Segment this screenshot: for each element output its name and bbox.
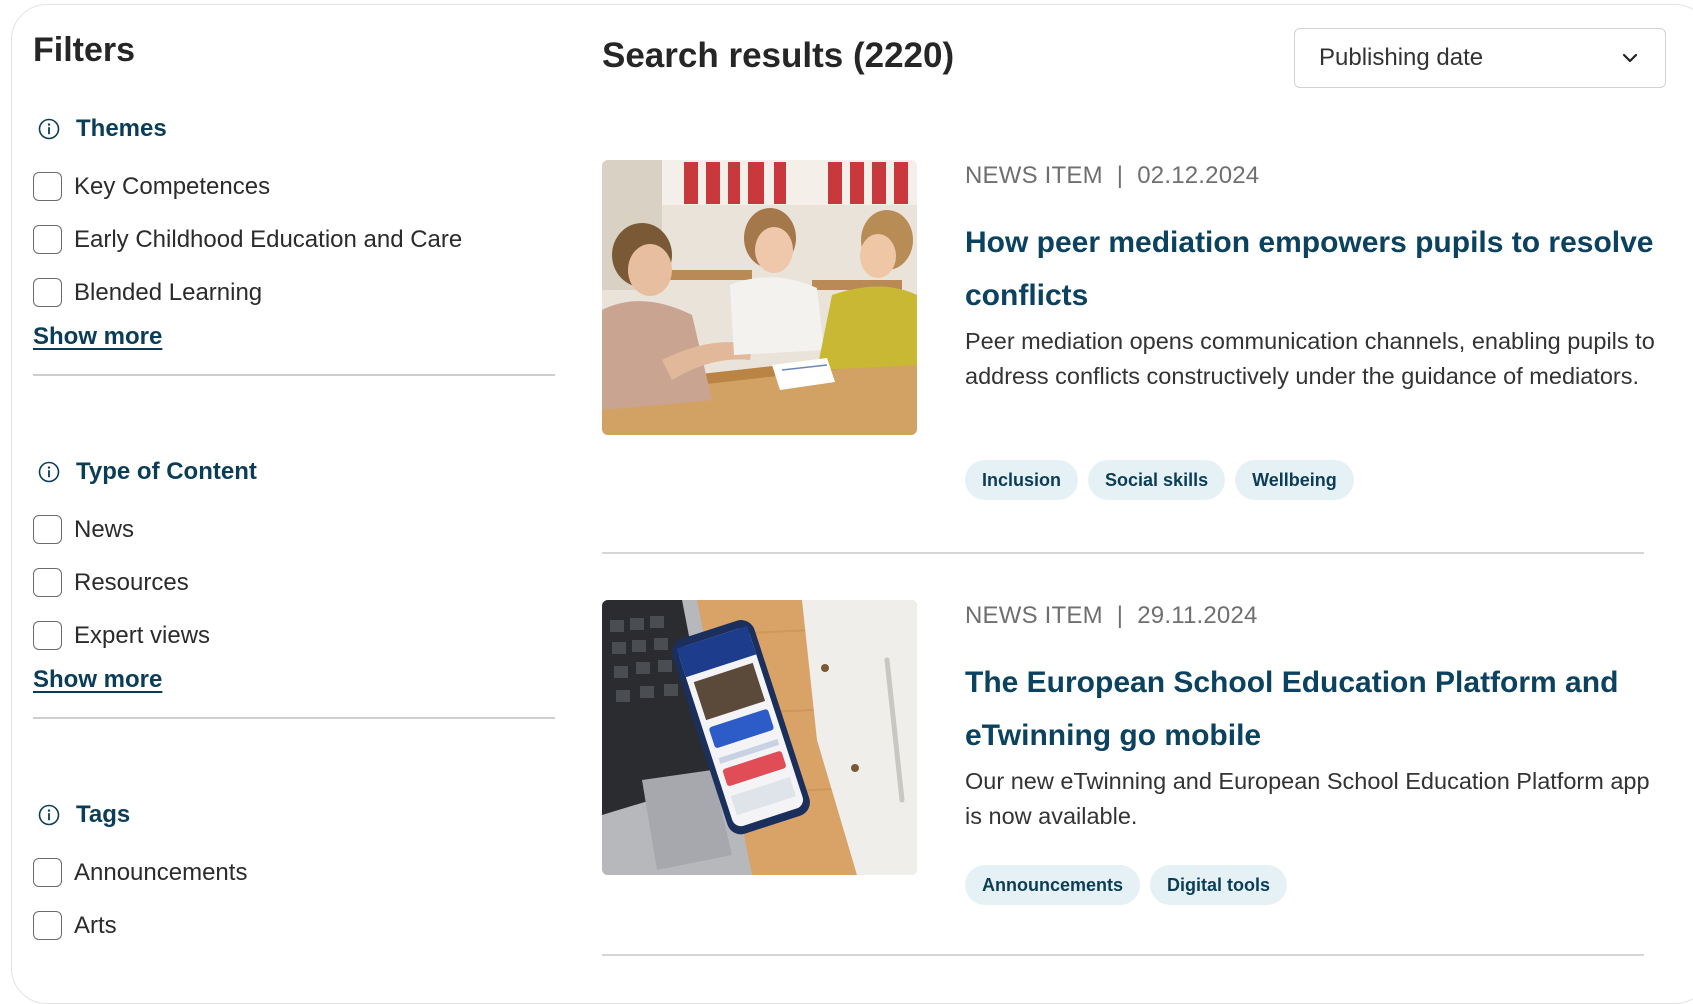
filter-option-label: Arts [74,911,117,939]
divider [33,717,555,719]
checkbox[interactable] [33,225,62,254]
show-more-themes-link[interactable]: Show more [33,323,162,351]
filter-group-type-of-content: Type of Content News Resources Expert vi… [33,454,555,694]
checkbox[interactable] [33,278,62,307]
filter-group-title: Themes [76,115,167,142]
search-results-title: Search results (2220) [602,36,955,75]
filters-title: Filters [33,31,136,69]
info-icon[interactable] [38,804,60,826]
tag-chip[interactable]: Digital tools [1150,865,1288,905]
smartphone-laptop-photo [602,600,917,875]
meta-separator: | [1116,162,1124,189]
tag-chip[interactable]: Social skills [1088,460,1226,500]
checkbox[interactable] [33,515,62,544]
search-result-card: NEWS ITEM | 02.12.2024 How peer mediation … [602,160,1655,500]
filter-option-news[interactable]: News [33,503,555,556]
result-divider [602,954,1644,956]
filter-option-label: Resources [74,568,189,596]
checkbox[interactable] [33,911,62,940]
filter-group-header[interactable]: Tags [33,797,555,833]
tag-list: Inclusion Social skills Wellbeing [965,460,1354,500]
filter-group-themes: Themes Key Competences Early Childhood E… [33,111,555,351]
filter-option-label: Key Competences [74,172,271,200]
checkbox[interactable] [33,568,62,597]
publish-date: 02.12.2024 [1137,162,1260,189]
content-type-label: NEWS ITEM [965,162,1103,189]
publish-date: 29.11.2024 [1137,602,1258,629]
chevron-down-icon [1622,53,1638,63]
result-thumbnail-mobile-app[interactable] [602,600,917,875]
result-meta: NEWS ITEM | 02.12.2024 [965,162,1259,190]
checkbox[interactable] [33,621,62,650]
filter-option-label: Blended Learning [74,278,263,306]
filter-group-header[interactable]: Themes [33,111,555,147]
filters-sidebar: Filters Themes Key Competences Early Chi… [33,28,555,940]
filter-option-blended-learning[interactable]: Blended Learning [33,266,555,319]
result-thumbnail-classroom[interactable] [602,160,917,435]
filter-option-expert-views[interactable]: Expert views [33,609,555,662]
result-title-link[interactable]: The European School Education Platform a… [965,656,1655,762]
show-more-content-type-link[interactable]: Show more [33,666,162,694]
sort-dropdown[interactable]: Publishing date [1294,28,1666,88]
classroom-photo [602,160,917,435]
tag-list: Announcements Digital tools [965,865,1288,905]
content-type-label: NEWS ITEM [965,602,1103,629]
filter-option-announcements[interactable]: Announcements [33,846,555,899]
filter-option-arts[interactable]: Arts [33,899,555,952]
tag-chip[interactable]: Inclusion [965,460,1079,500]
info-icon[interactable] [38,461,60,483]
filter-group-header[interactable]: Type of Content [33,454,555,490]
filter-option-label: Early Childhood Education and Care [74,225,463,253]
divider [33,374,555,376]
tag-chip[interactable]: Wellbeing [1235,460,1354,500]
meta-separator: | [1116,602,1124,629]
result-title-link[interactable]: How peer mediation empowers pupils to re… [965,216,1655,322]
filter-group-title: Type of Content [76,458,257,485]
filter-option-label: Expert views [74,621,211,649]
filter-option-key-competences[interactable]: Key Competences [33,160,555,213]
sort-selected-value: Publishing date [1319,44,1484,71]
filter-group-tags: Tags Announcements Arts [33,797,555,952]
filter-option-resources[interactable]: Resources [33,556,555,609]
tag-chip[interactable]: Announcements [965,865,1141,905]
filter-option-early-childhood[interactable]: Early Childhood Education and Care [33,213,555,266]
info-icon[interactable] [38,118,60,140]
result-summary: Our new eTwinning and European School Ed… [965,768,1650,829]
search-result-card: NEWS ITEM | 29.11.2024 The European School… [602,600,1650,930]
checkbox[interactable] [33,172,62,201]
filter-option-label: News [74,515,135,543]
checkbox[interactable] [33,858,62,887]
result-divider [602,552,1644,554]
filter-option-label: Announcements [74,858,248,886]
filter-group-title: Tags [76,801,131,828]
result-meta: NEWS ITEM | 29.11.2024 [965,602,1258,630]
result-summary: Peer mediation opens communication chann… [965,328,1655,389]
